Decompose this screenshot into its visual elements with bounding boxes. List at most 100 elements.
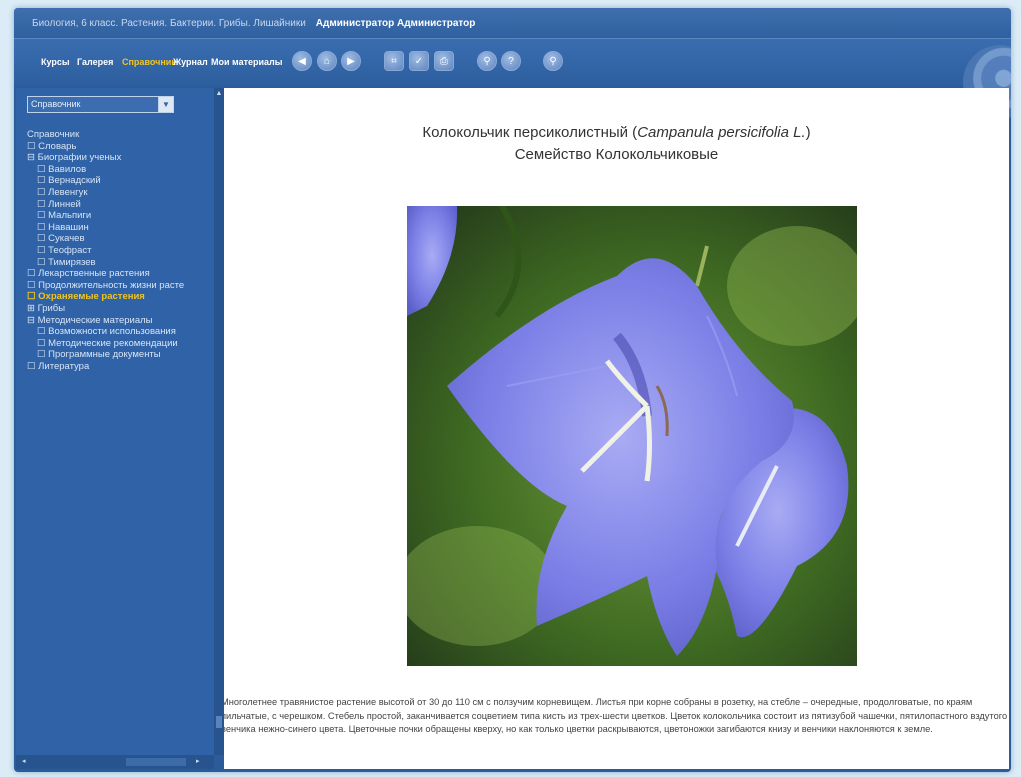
page-icon[interactable]: ☐ bbox=[27, 268, 38, 279]
tree-item[interactable]: ☐ Мальпиги bbox=[27, 210, 212, 222]
family-name: Семейство Колокольчиковые bbox=[514, 146, 719, 163]
tree-item[interactable]: ☐ Вавилов bbox=[27, 164, 212, 176]
tree-item[interactable]: ☐ Тимирязев bbox=[27, 257, 212, 269]
expand-icon[interactable]: ⊞ bbox=[27, 303, 38, 314]
user-name[interactable]: Администратор Администратор bbox=[316, 18, 476, 29]
plant-description: Многолетнее травянистое растение высотой… bbox=[224, 697, 1008, 734]
title-bar: Биология, 6 класс. Растения. Бактерии. Г… bbox=[14, 8, 1011, 38]
breadcrumb: Биология, 6 класс. Растения. Бактерии. Г… bbox=[32, 17, 306, 29]
tree-item-label: Вавилов bbox=[48, 163, 87, 175]
tree-item[interactable]: ☐ Теофраст bbox=[27, 245, 212, 257]
search-icon[interactable]: ⚲ bbox=[477, 51, 497, 71]
page-icon[interactable]: ☐ bbox=[37, 257, 48, 268]
tree-item[interactable]: ☐ Методические рекомендации bbox=[27, 338, 212, 350]
back-arrow-icon[interactable]: ◀ bbox=[292, 51, 312, 71]
scroll-thumb[interactable] bbox=[216, 716, 222, 728]
forward-arrow-icon[interactable]: ▶ bbox=[341, 51, 361, 71]
scroll-right-icon[interactable]: ▸ bbox=[196, 757, 206, 767]
chevron-down-icon[interactable]: ▼ bbox=[158, 97, 173, 112]
tree-item-label: Продолжительность жизни расте bbox=[38, 279, 185, 291]
reference-tree: Справочник ☐ Словарь ⊟ Биографии ученых ☐ В… bbox=[27, 129, 212, 372]
tree-item-label: Сукачев bbox=[48, 233, 85, 245]
bookmark-icon[interactable]: ✓ bbox=[409, 51, 429, 71]
page-icon[interactable]: ☐ bbox=[37, 245, 48, 256]
tree-item[interactable]: ☐ Литература bbox=[27, 361, 212, 373]
collapse-icon[interactable]: ⊟ bbox=[27, 315, 38, 326]
app-window: Биология, 6 класс. Растения. Бактерии. Г… bbox=[14, 8, 1011, 772]
tree-item[interactable]: ☐ Возможности использования bbox=[27, 326, 212, 338]
section-dropdown[interactable]: Справочник ▼ bbox=[27, 96, 174, 113]
tree-item[interactable]: ☐ Навашин bbox=[27, 222, 212, 234]
zoom-icon[interactable]: ⚲ bbox=[543, 51, 563, 71]
tree-item-label: Биографии ученых bbox=[37, 152, 122, 164]
tree-item-label: Словарь bbox=[38, 140, 77, 152]
tree-item-label: Справочник bbox=[27, 129, 80, 140]
tree-item-label: Мальпиги bbox=[48, 210, 92, 222]
page-icon[interactable]: ☐ bbox=[27, 280, 38, 291]
page-icon[interactable]: ☐ bbox=[37, 175, 48, 186]
tree-item[interactable]: Справочник bbox=[27, 129, 212, 141]
page-icon[interactable]: ☐ bbox=[37, 222, 48, 233]
tree-item[interactable]: ☐ Левенгук bbox=[27, 187, 212, 199]
toolbar: Курсы Галерея Справочник Журнал Мои мате… bbox=[14, 38, 1011, 119]
page-icon[interactable]: ☐ bbox=[37, 164, 48, 175]
tree-item[interactable]: ☐ Словарь bbox=[27, 141, 212, 153]
page-icon[interactable]: ☐ bbox=[37, 187, 48, 198]
title-prefix: Колокольчик персиколистный ( bbox=[422, 124, 638, 141]
tree-item-label: Возможности использования bbox=[48, 326, 176, 338]
page-icon[interactable]: ☐ bbox=[37, 199, 48, 210]
collapse-icon[interactable]: ⊟ bbox=[27, 152, 38, 163]
tree-item[interactable]: ⊟ Методические материалы bbox=[27, 315, 212, 327]
tree-item-label: Тимирязев bbox=[48, 256, 96, 268]
content-pane: Колокольчик персиколистный (Campanula pe… bbox=[224, 88, 1009, 769]
frame-icon[interactable]: ⌗ bbox=[384, 51, 404, 71]
scroll-left-icon[interactable]: ◂ bbox=[22, 757, 32, 767]
help-icon[interactable]: ? bbox=[501, 51, 521, 71]
sidebar-horizontal-scrollbar[interactable]: ◂ ▸ bbox=[16, 755, 214, 769]
scroll-thumb-horizontal[interactable] bbox=[126, 758, 186, 766]
tree-item-label: Лекарственные растения bbox=[38, 268, 150, 280]
scroll-up-icon[interactable]: ▲ bbox=[215, 90, 223, 98]
dropdown-value: Справочник bbox=[31, 99, 81, 109]
page-icon[interactable]: ☐ bbox=[27, 141, 38, 152]
tree-item-label: Линней bbox=[48, 198, 81, 210]
tree-item-label: Методические рекомендации bbox=[48, 337, 178, 349]
page-icon[interactable]: ☐ bbox=[37, 349, 48, 360]
tree-item[interactable]: ☐ Продолжительность жизни расте bbox=[27, 280, 212, 292]
page-icon[interactable]: ☐ bbox=[27, 291, 38, 302]
print-icon[interactable]: ⎙ bbox=[434, 51, 454, 71]
home-icon[interactable]: ⌂ bbox=[317, 51, 337, 71]
tree-item[interactable]: ☐ Охраняемые растения bbox=[27, 291, 212, 303]
page-icon[interactable]: ☐ bbox=[37, 210, 48, 221]
page-title: Колокольчик персиколистный (Campanula pe… bbox=[224, 122, 1009, 166]
tree-item-label: Методические материалы bbox=[37, 314, 153, 326]
tree-item-label: Программные документы bbox=[48, 349, 161, 361]
nav-reference-link[interactable]: Справочник bbox=[122, 57, 176, 67]
tree-item[interactable]: ☐ Линней bbox=[27, 199, 212, 211]
scientific-name: Campanula persicifolia L. bbox=[637, 124, 806, 141]
tree-item-label: Вернадский bbox=[48, 175, 101, 187]
nav-courses-link[interactable]: Курсы bbox=[41, 57, 70, 67]
bellflower-photo bbox=[407, 206, 857, 666]
page-icon[interactable]: ☐ bbox=[37, 326, 48, 337]
page-icon[interactable]: ☐ bbox=[27, 361, 38, 372]
page-icon[interactable]: ☐ bbox=[37, 338, 48, 349]
tree-item[interactable]: ⊟ Биографии ученых bbox=[27, 152, 212, 164]
tree-item[interactable]: ☐ Сукачев bbox=[27, 233, 212, 245]
species-name: Колокольчик персиколистный (Campanula pe… bbox=[224, 122, 1009, 144]
tree-item-label: Навашин bbox=[48, 221, 89, 233]
tree-item[interactable]: ⊞ Грибы bbox=[27, 303, 212, 315]
page-icon[interactable]: ☐ bbox=[37, 233, 48, 244]
tree-item-label: Левенгук bbox=[48, 186, 88, 198]
nav-journal-link[interactable]: Журнал bbox=[173, 57, 208, 67]
tree-item[interactable]: ☐ Программные документы bbox=[27, 349, 212, 361]
tree-item[interactable]: ☐ Лекарственные растения bbox=[27, 268, 212, 280]
sidebar: Справочник ▼ Справочник ☐ Словарь ⊟ Биогра… bbox=[16, 88, 214, 755]
tree-item-label: Грибы bbox=[37, 302, 66, 314]
sidebar-vertical-scrollbar[interactable]: ▲ bbox=[214, 88, 224, 755]
tree-item-label: Охраняемые растения bbox=[38, 291, 145, 303]
tree-item-label: Литература bbox=[38, 360, 90, 372]
tree-item[interactable]: ☐ Вернадский bbox=[27, 175, 212, 187]
nav-my-materials-link[interactable]: Мои материалы bbox=[211, 57, 282, 67]
nav-gallery-link[interactable]: Галерея bbox=[77, 57, 113, 67]
